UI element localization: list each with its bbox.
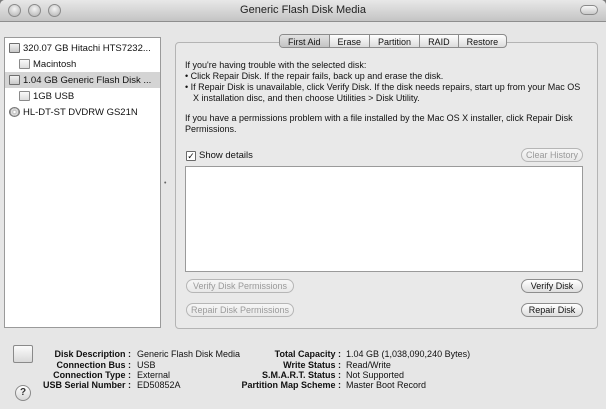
tab-erase[interactable]: Erase (330, 35, 371, 47)
details-log-area[interactable] (185, 166, 583, 272)
connection-type-value: External (137, 370, 171, 380)
permissions-line-1: If you have a permissions problem with a… (185, 113, 573, 123)
write-status-label: Write Status : (283, 360, 341, 370)
repair-disk-permissions-button[interactable]: Repair Disk Permissions (186, 303, 294, 317)
repair-disk-button[interactable]: Repair Disk (521, 303, 583, 317)
smart-status-value: Not Supported (346, 370, 405, 380)
disk-list-sidebar[interactable]: 320.07 GB Hitachi HTS7232... Macintosh 1… (4, 37, 161, 328)
optical-disc-icon (9, 107, 20, 117)
verify-disk-button[interactable]: Verify Disk (521, 279, 583, 293)
verify-disk-permissions-button[interactable]: Verify Disk Permissions (186, 279, 294, 293)
window-title: Generic Flash Disk Media (240, 4, 366, 16)
title-bar[interactable]: Generic Flash Disk Media (0, 0, 606, 22)
sidebar-item-flash-disk[interactable]: 1.04 GB Generic Flash Disk ... (5, 72, 160, 88)
sidebar-item-macintosh-volume[interactable]: Macintosh (5, 56, 160, 72)
permissions-line-2: Permissions. (185, 124, 237, 134)
volume-icon (19, 91, 30, 101)
write-status-value: Read/Write (346, 360, 391, 370)
tab-partition[interactable]: Partition (370, 35, 421, 47)
volume-icon (19, 59, 30, 69)
usb-serial-number-value: ED50852A (137, 380, 181, 390)
toolbar-toggle-button[interactable] (580, 5, 598, 15)
sidebar-item-hitachi-disk[interactable]: 320.07 GB Hitachi HTS7232... (5, 40, 160, 56)
sidebar-item-label: Macintosh (33, 58, 77, 70)
disk-description-label: Disk Description : (54, 349, 131, 359)
instructions-line-4: X installation disc, and then choose Uti… (193, 93, 420, 103)
show-details-checkbox[interactable]: ✓ (186, 150, 196, 161)
splitter-handle[interactable]: • (164, 180, 170, 187)
tab-raid[interactable]: RAID (420, 35, 459, 47)
disk-utility-window: Generic Flash Disk Media 320.07 GB Hitac… (0, 0, 606, 409)
instructions-line-2: • Click Repair Disk. If the repair fails… (185, 71, 444, 81)
tab-restore[interactable]: Restore (459, 35, 507, 47)
tab-first-aid[interactable]: First Aid (280, 35, 330, 47)
tab-bar: First Aid Erase Partition RAID Restore (279, 34, 508, 48)
sidebar-item-dvd-drive[interactable]: HL-DT-ST DVDRW GS21N (5, 104, 160, 120)
help-button[interactable]: ? (15, 385, 31, 401)
sidebar-item-usb-volume[interactable]: 1GB USB (5, 88, 160, 104)
connection-bus-label: Connection Bus : (56, 360, 132, 370)
total-capacity-value: 1.04 GB (1,038,090,240 Bytes) (346, 349, 471, 359)
hard-disk-icon (9, 75, 20, 85)
partition-map-scheme-label: Partition Map Scheme : (241, 380, 341, 390)
instructions-line-1: If you're having trouble with the select… (185, 60, 367, 70)
sidebar-item-label: 1.04 GB Generic Flash Disk ... (23, 74, 152, 86)
sidebar-item-label: 1GB USB (33, 90, 75, 102)
sidebar-item-label: HL-DT-ST DVDRW GS21N (23, 106, 138, 118)
show-details-row: ✓ Show details (186, 150, 253, 161)
instructions-line-3: • If Repair Disk is unavailable, click V… (185, 82, 581, 92)
smart-status-label: S.M.A.R.T. Status : (261, 370, 341, 380)
selected-disk-icon (13, 345, 33, 363)
clear-history-button[interactable]: Clear History (521, 148, 583, 162)
sidebar-item-label: 320.07 GB Hitachi HTS7232... (23, 42, 151, 54)
disk-description-value: Generic Flash Disk Media (137, 349, 241, 359)
connection-type-label: Connection Type : (53, 370, 131, 380)
partition-map-scheme-value: Master Boot Record (346, 380, 427, 390)
show-details-label: Show details (199, 150, 253, 161)
hard-disk-icon (9, 43, 20, 53)
usb-serial-number-label: USB Serial Number : (42, 380, 131, 390)
total-capacity-label: Total Capacity : (274, 349, 341, 359)
connection-bus-value: USB (137, 360, 156, 370)
